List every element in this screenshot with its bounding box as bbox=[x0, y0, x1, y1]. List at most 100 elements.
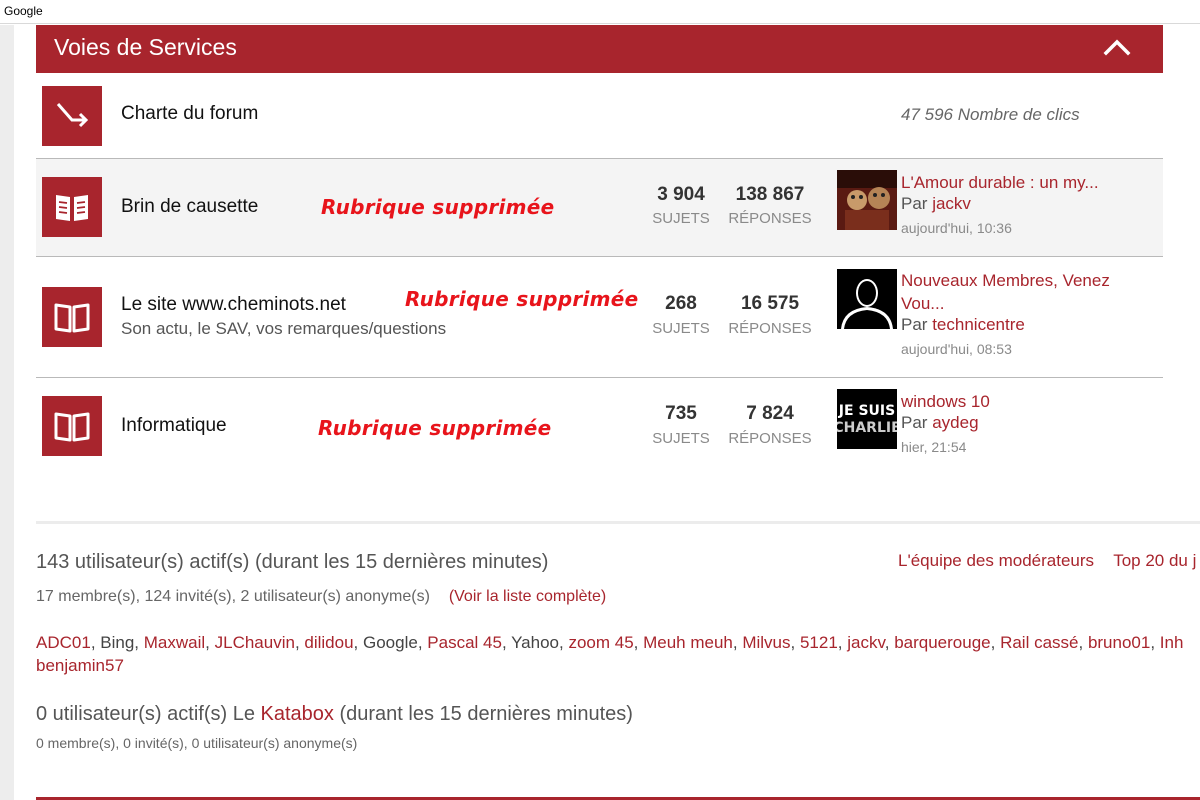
reply-count: 16 575 bbox=[740, 293, 800, 314]
list-separator: , bbox=[134, 633, 144, 652]
user-link[interactable]: dilidou bbox=[304, 633, 353, 652]
topic-count: 268 bbox=[665, 293, 697, 314]
last-post-time: aujourd'hui, 08:53 bbox=[901, 341, 1012, 357]
forum-name-link[interactable]: Le site www.cheminots.net bbox=[121, 294, 346, 316]
list-separator: , bbox=[732, 633, 743, 652]
window-titlebar: Google bbox=[0, 0, 1200, 24]
topic-label: SUJETS bbox=[652, 430, 710, 447]
user-link[interactable]: Rail cassé bbox=[1000, 633, 1078, 652]
last-post-link[interactable]: L'Amour durable : un my... bbox=[901, 171, 1131, 194]
click-count: 47 596 Nombre de clics bbox=[901, 105, 1080, 124]
active-user-list: ADC01, Bing, Maxwail, JLChauvin, dilidou… bbox=[36, 631, 1200, 654]
katabox-title: 0 utilisateur(s) actif(s) Le Katabox (du… bbox=[36, 703, 633, 726]
forum-name-link[interactable]: Brin de causette bbox=[121, 196, 258, 218]
user-link[interactable]: Milvus bbox=[742, 633, 790, 652]
last-post-author: Par jackv bbox=[901, 194, 971, 214]
topic-count: 735 bbox=[665, 403, 697, 424]
forum-name-link[interactable]: Charte du forum bbox=[121, 103, 258, 125]
list-separator: , bbox=[790, 633, 800, 652]
katabox-summary: 0 membre(s), 0 invité(s), 0 utilisateur(… bbox=[36, 735, 358, 751]
removed-note: Rubrique supprimée bbox=[405, 287, 639, 311]
user-link[interactable]: Pascal 45 bbox=[427, 633, 502, 652]
katabox-suffix: (durant les 15 dernières minutes) bbox=[339, 703, 633, 725]
list-separator: , bbox=[1078, 633, 1088, 652]
list-separator: , bbox=[884, 633, 895, 652]
active-user-list-continued: benjamin57 bbox=[36, 654, 124, 677]
author-link[interactable]: jackv bbox=[932, 194, 971, 213]
forum-book-icon bbox=[42, 177, 102, 237]
list-separator: , bbox=[417, 633, 428, 652]
last-post-time: aujourd'hui, 10:36 bbox=[901, 220, 1012, 236]
author-link[interactable]: aydeg bbox=[932, 413, 978, 432]
last-post-author: Par aydeg bbox=[901, 413, 979, 433]
reply-label: RÉPONSES bbox=[728, 320, 812, 337]
active-users-title: 143 utilisateur(s) actif(s) (durant les … bbox=[36, 551, 549, 573]
by-prefix: Par bbox=[901, 315, 928, 334]
section-header: Voies de Services bbox=[36, 25, 1163, 73]
user-link: Yahoo bbox=[511, 633, 559, 652]
list-separator: , bbox=[990, 633, 1001, 652]
list-separator: , bbox=[837, 633, 848, 652]
removed-note: Rubrique supprimée bbox=[318, 416, 552, 440]
summary-text: 17 membre(s), 124 invité(s), 2 utilisate… bbox=[36, 588, 430, 605]
last-post-link[interactable]: Nouveaux Membres, Venez Vou... bbox=[901, 269, 1131, 315]
user-link[interactable]: bruno01 bbox=[1088, 633, 1150, 652]
collapse-button[interactable] bbox=[1100, 33, 1134, 61]
redirect-icon bbox=[42, 86, 102, 146]
reply-count: 138 867 bbox=[735, 184, 805, 205]
list-separator: , bbox=[90, 633, 101, 652]
window-title: Google bbox=[4, 4, 43, 18]
user-link[interactable]: benjamin57 bbox=[36, 656, 124, 675]
user-link[interactable]: zoom 45 bbox=[568, 633, 633, 652]
user-link[interactable]: Maxwail bbox=[144, 633, 205, 652]
last-post-time: hier, 21:54 bbox=[901, 439, 967, 455]
forum-name-link[interactable]: Informatique bbox=[121, 415, 227, 437]
avatar-text: JE SUIS bbox=[838, 403, 895, 419]
section-title: Voies de Services bbox=[54, 34, 237, 60]
last-post-link[interactable]: windows 10 bbox=[901, 390, 1131, 413]
user-link[interactable]: barquerouge bbox=[894, 633, 990, 652]
moderators-link[interactable]: L'équipe des modérateurs bbox=[898, 551, 1094, 570]
list-separator: , bbox=[294, 633, 305, 652]
topic-label: SUJETS bbox=[652, 210, 710, 227]
user-link[interactable]: 5121 bbox=[800, 633, 838, 652]
list-separator: , bbox=[633, 633, 644, 652]
forum-book-icon bbox=[42, 287, 102, 347]
last-post-author: Par technicentre bbox=[901, 315, 1025, 335]
topic-count: 3 904 bbox=[657, 184, 705, 205]
katabox-prefix: 0 utilisateur(s) actif(s) Le bbox=[36, 703, 255, 725]
user-link[interactable]: JLChauvin bbox=[215, 633, 295, 652]
avatar-text: CHARLIE bbox=[837, 420, 897, 436]
katabox-link[interactable]: Katabox bbox=[261, 703, 334, 725]
forum-description: Son actu, le SAV, vos remarques/question… bbox=[121, 319, 447, 338]
left-gutter bbox=[0, 25, 14, 800]
user-link[interactable]: Meuh meuh bbox=[643, 633, 733, 652]
avatar[interactable]: JE SUIS CHARLIE bbox=[837, 389, 897, 449]
avatar[interactable] bbox=[837, 170, 897, 230]
top20-link[interactable]: Top 20 du j bbox=[1113, 551, 1196, 570]
author-link[interactable]: technicentre bbox=[932, 315, 1025, 334]
list-separator: , bbox=[1150, 633, 1160, 652]
full-list-link[interactable]: (Voir la liste complète) bbox=[449, 588, 606, 605]
by-prefix: Par bbox=[901, 194, 928, 213]
forum-row-site: Le site www.cheminots.net Son actu, le S… bbox=[36, 257, 1163, 377]
chevron-up-icon bbox=[1103, 39, 1131, 56]
forum-book-icon bbox=[42, 396, 102, 456]
removed-note: Rubrique supprimée bbox=[321, 195, 555, 219]
reply-label: RÉPONSES bbox=[728, 210, 812, 227]
user-link[interactable]: jackv bbox=[847, 633, 884, 652]
user-link[interactable]: ADC01 bbox=[36, 633, 91, 652]
user-link: Bing bbox=[100, 633, 135, 652]
list-separator: , bbox=[353, 633, 363, 652]
forum-row-charte: Charte du forum 47 596 Nombre de clics bbox=[36, 74, 1163, 158]
list-separator: , bbox=[205, 633, 215, 652]
top-links: L'équipe des modérateurs Top 20 du j bbox=[898, 551, 1196, 571]
user-link[interactable]: Inh bbox=[1160, 633, 1184, 652]
avatar[interactable] bbox=[837, 269, 897, 329]
forum-row-informatique: Informatique Rubrique supprimée 735 SUJE… bbox=[36, 378, 1163, 478]
list-separator: , bbox=[501, 633, 512, 652]
forum-row-brin: Brin de causette Rubrique supprimée 3 90… bbox=[36, 159, 1163, 256]
topic-label: SUJETS bbox=[652, 320, 710, 337]
reply-label: RÉPONSES bbox=[728, 430, 812, 447]
active-users-summary: 17 membre(s), 124 invité(s), 2 utilisate… bbox=[36, 588, 606, 606]
